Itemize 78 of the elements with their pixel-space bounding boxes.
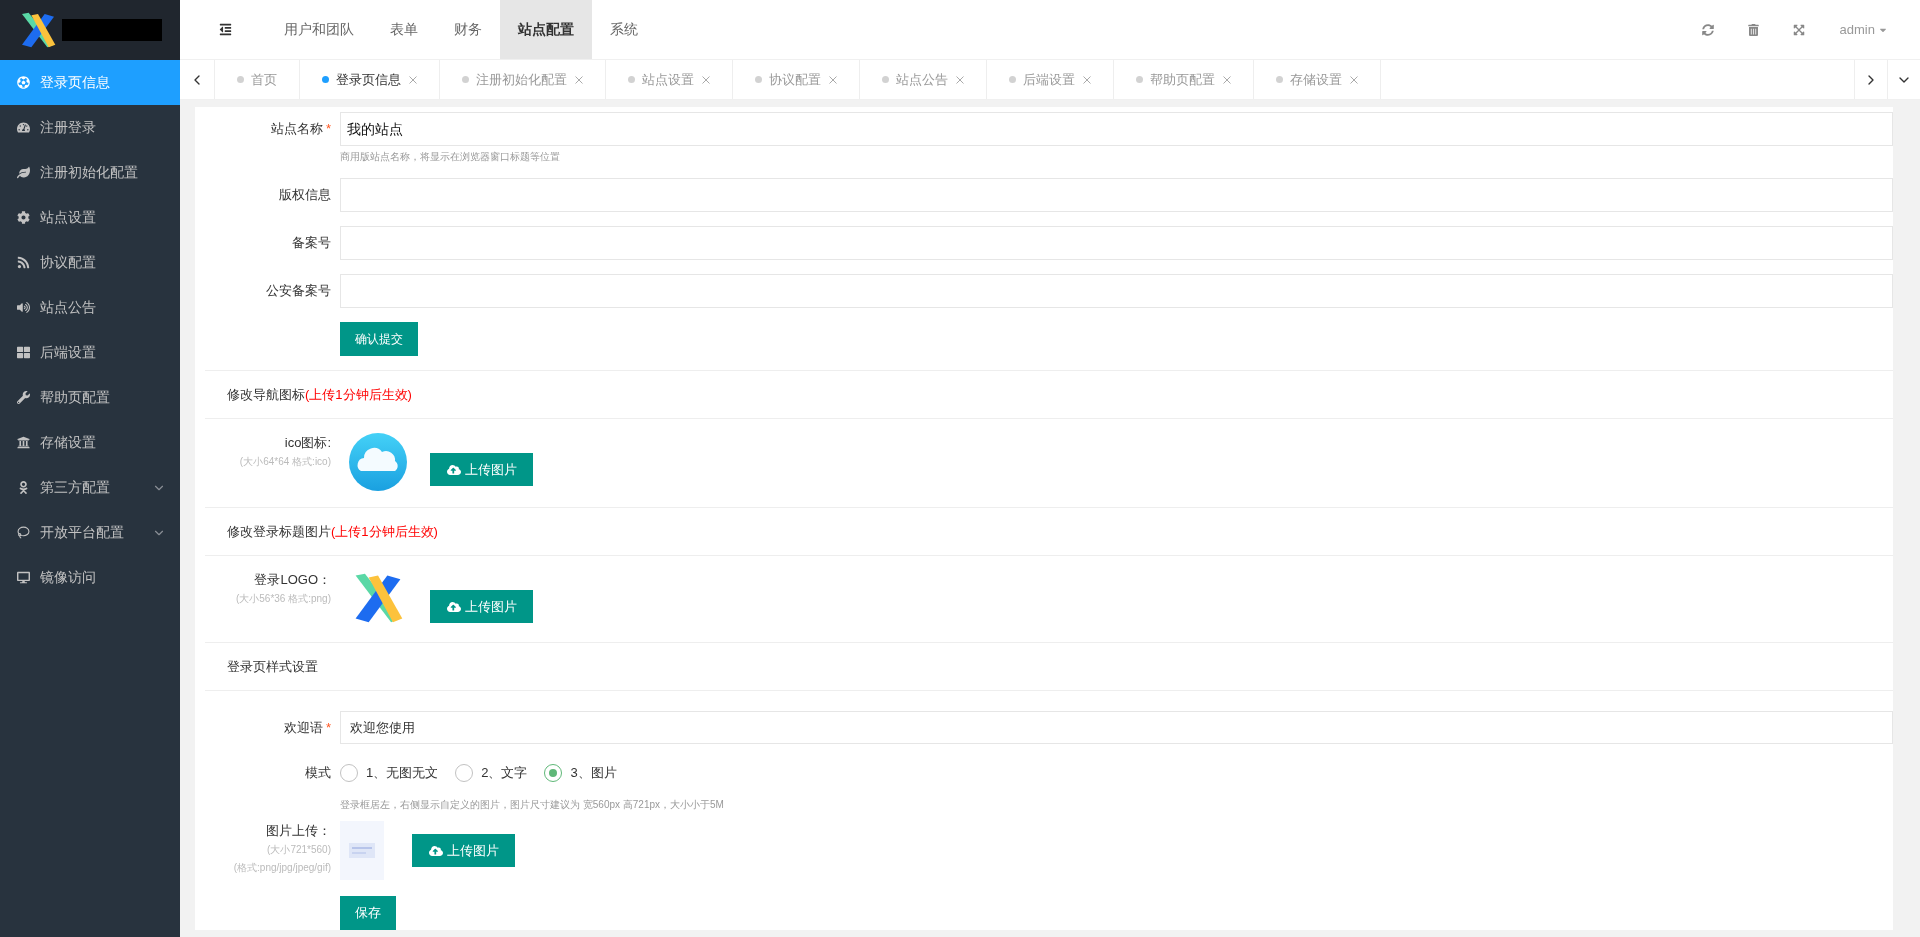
close-icon[interactable] <box>702 75 710 84</box>
radio-option[interactable]: 1、无图无文 <box>340 763 439 783</box>
radio-option[interactable]: 2、文字 <box>455 763 528 783</box>
cloud-upload-icon <box>446 599 461 614</box>
lasso-icon <box>17 526 30 539</box>
text-input[interactable] <box>340 226 1893 260</box>
trash-icon[interactable] <box>1747 23 1759 36</box>
required-mark: * <box>325 720 331 735</box>
nav-menu-item[interactable]: 站点配置 <box>500 0 592 59</box>
sidebar-item[interactable]: 协议配置 <box>0 240 180 285</box>
rss-icon <box>17 256 30 269</box>
sidebar-item[interactable]: 注册初始化配置 <box>0 150 180 195</box>
sidebar-item[interactable]: 站点公告 <box>0 285 180 330</box>
field-hint: 商用版站点名称，将显示在浏览器窗口标题等位置 <box>340 150 561 164</box>
upload-button[interactable]: 上传图片 <box>430 590 533 623</box>
section-heading: 修改导航图标(上传1分钟后生效) <box>227 385 412 404</box>
field-label: 登录LOGO： <box>254 571 331 589</box>
text-input[interactable] <box>340 178 1893 212</box>
field-label: ico图标: <box>284 434 331 452</box>
field-label: 欢迎语 <box>283 720 323 735</box>
nav-menu-item[interactable]: 财务 <box>436 0 500 59</box>
size-hint: (大小64*64 格式:ico) <box>239 455 331 469</box>
close-icon[interactable] <box>1223 75 1231 84</box>
cloud-upload-icon <box>446 462 461 477</box>
field-hint: 登录框居左，右侧显示自定义的图片，图片尺寸建议为 宽560px 高721px，大小小于5M <box>340 799 724 810</box>
sidebar-item[interactable]: 开放平台配置 <box>0 510 180 555</box>
grid-icon <box>17 346 30 359</box>
upload-button[interactable]: 上传图片 <box>430 453 533 486</box>
monitor-icon <box>17 571 30 584</box>
size-hint: (大小721*560) <box>267 843 331 857</box>
close-icon[interactable] <box>1083 75 1091 84</box>
text-input[interactable] <box>340 274 1893 308</box>
page-tab[interactable]: 登录页信息 <box>300 60 440 99</box>
field-label: 模式 <box>305 765 331 781</box>
settings-icon <box>17 211 30 224</box>
upload-button[interactable]: 上传图片 <box>412 834 515 867</box>
wrench-icon <box>17 391 30 404</box>
format-hint: (格式:png/jpg/jpeg/gif) <box>233 861 331 875</box>
field-label: 备案号 <box>292 235 331 250</box>
sidebar-item[interactable]: 镜像访问 <box>0 555 180 600</box>
submit-button[interactable]: 确认提交 <box>340 322 418 356</box>
close-icon[interactable] <box>956 75 964 84</box>
text-input[interactable]: 我的站点 <box>340 112 1893 146</box>
cloud-upload-icon <box>428 843 443 858</box>
close-icon[interactable] <box>409 75 417 84</box>
save-button[interactable]: 保存 <box>340 896 396 930</box>
close-icon[interactable] <box>829 75 837 84</box>
field-label: 版权信息 <box>279 187 331 202</box>
close-icon[interactable] <box>1350 75 1358 84</box>
close-icon[interactable] <box>575 75 583 84</box>
sidebar-item[interactable]: 后端设置 <box>0 330 180 375</box>
sidebar-item[interactable]: 第三方配置 <box>0 465 180 510</box>
nav-menu-item[interactable]: 用户和团队 <box>266 0 372 59</box>
menu-icon[interactable] <box>219 23 232 36</box>
nav-menu-item[interactable]: 系统 <box>592 0 656 59</box>
sidebar-item[interactable]: 存储设置 <box>0 420 180 465</box>
nav-menu-item[interactable]: 表单 <box>372 0 436 59</box>
sidebar-item[interactable]: 帮助页配置 <box>0 375 180 420</box>
image-thumbnail <box>340 821 384 880</box>
radio-option[interactable]: 3、图片 <box>544 763 617 783</box>
size-hint: (大小56*36 格式:png) <box>235 592 331 606</box>
text-input[interactable]: 欢迎您使用 <box>340 711 1893 744</box>
field-label: 站点名称 <box>270 121 323 136</box>
field-label: 公安备案号 <box>266 283 331 298</box>
fullscreen-icon[interactable] <box>1792 23 1805 36</box>
sidebar-item[interactable]: 注册登录 <box>0 105 180 150</box>
refresh-icon[interactable] <box>1701 23 1714 36</box>
cloud-icon <box>349 433 407 491</box>
bank-icon <box>17 436 30 449</box>
person-icon <box>17 481 30 494</box>
sidebar-item[interactable]: 站点设置 <box>0 195 180 240</box>
required-mark: * <box>325 121 331 136</box>
speaker-icon <box>17 301 30 314</box>
field-label: 图片上传： <box>266 822 331 840</box>
gauge-icon <box>17 121 30 134</box>
section-heading: 修改登录标题图片(上传1分钟后生效) <box>227 522 438 541</box>
leaf-icon <box>17 166 30 179</box>
section-heading: 登录页样式设置 <box>227 657 318 676</box>
